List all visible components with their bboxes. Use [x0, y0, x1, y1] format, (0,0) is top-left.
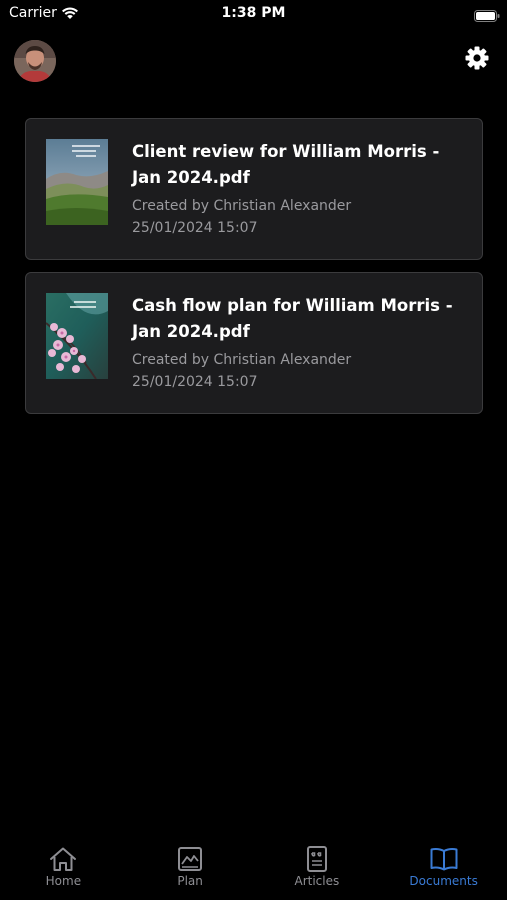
tab-home-label: Home: [45, 874, 82, 888]
home-icon: [48, 846, 78, 872]
document-date: 25/01/2024 15:07: [132, 220, 258, 236]
document-creator: Created by Christian Alexander: [132, 198, 352, 214]
articles-icon: [302, 846, 332, 872]
battery-icon: [474, 7, 500, 22]
settings-button[interactable]: [462, 45, 492, 75]
document-card[interactable]: Client review for William Morris - Jan 2…: [25, 118, 483, 260]
tab-documents-label: Documents: [409, 874, 478, 888]
chart-icon: [175, 846, 205, 872]
document-thumbnail-blossom: [46, 293, 108, 379]
document-date: 25/01/2024 15:07: [132, 374, 258, 390]
document-title: Client review for William Morris - Jan 2…: [132, 142, 440, 187]
tab-articles[interactable]: Articles: [254, 838, 381, 900]
status-bar: Carrier 1:38 PM: [0, 0, 507, 28]
user-avatar[interactable]: [14, 40, 56, 82]
tab-home[interactable]: Home: [0, 838, 127, 900]
document-thumbnail-landscape: [46, 139, 108, 225]
document-card[interactable]: Cash flow plan for William Morris - Jan …: [25, 272, 483, 414]
document-list: Client review for William Morris - Jan 2…: [25, 118, 483, 426]
tab-plan[interactable]: Plan: [127, 838, 254, 900]
tab-documents[interactable]: Documents: [380, 838, 507, 900]
document-title: Cash flow plan for William Morris - Jan …: [132, 296, 453, 341]
book-icon: [429, 846, 459, 872]
tab-plan-label: Plan: [177, 874, 203, 888]
document-creator: Created by Christian Alexander: [132, 352, 352, 368]
status-time: 1:38 PM: [221, 5, 286, 21]
tab-articles-label: Articles: [294, 874, 340, 888]
tab-bar: Home Plan Articles Documents: [0, 838, 507, 900]
gear-icon: [464, 45, 490, 75]
